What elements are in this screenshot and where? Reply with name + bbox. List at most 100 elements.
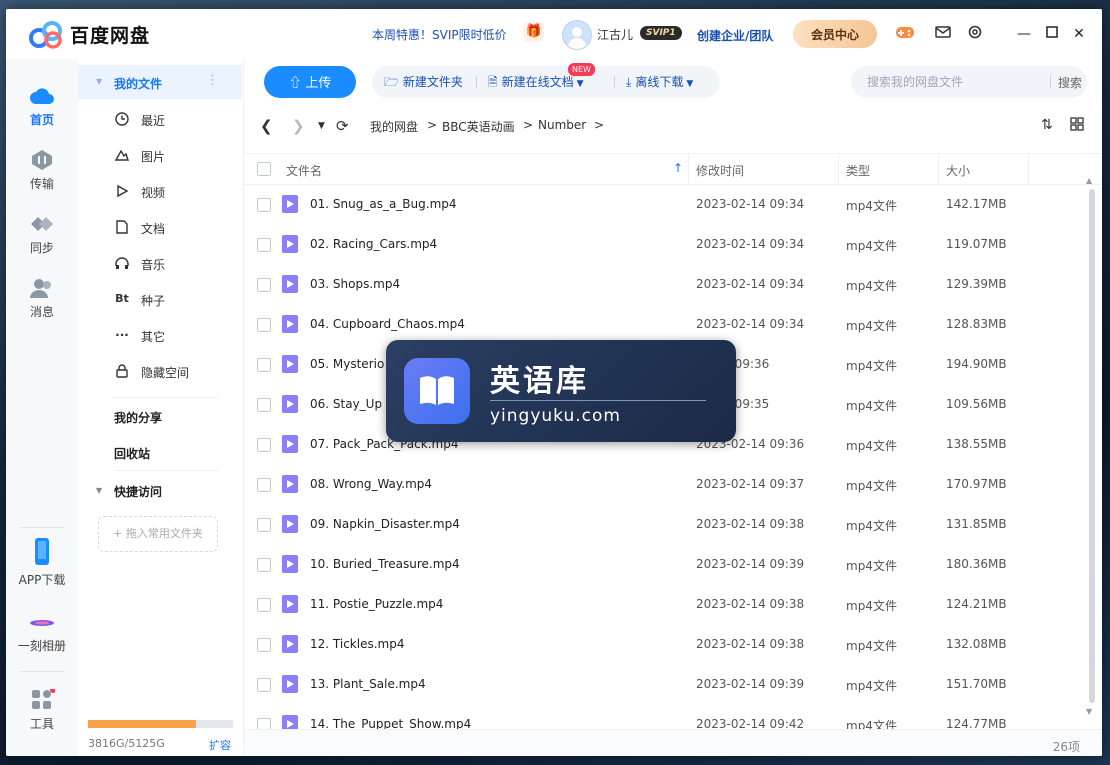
- avatar[interactable]: [562, 20, 592, 50]
- row-checkbox[interactable]: [257, 358, 271, 372]
- breadcrumb-item[interactable]: Number: [538, 118, 586, 132]
- row-checkbox[interactable]: [257, 478, 271, 492]
- collapse-triangle-icon[interactable]: ▼: [96, 486, 102, 495]
- username[interactable]: 江古儿: [597, 26, 633, 43]
- table-row[interactable]: 10. Buried_Treasure.mp4 2023-02-14 09:39 m…: [244, 544, 1084, 584]
- expand-storage-link[interactable]: 扩容: [209, 737, 231, 753]
- promo-link[interactable]: 本周特惠！SVIP限时低价: [372, 26, 507, 43]
- mail-icon[interactable]: [933, 24, 953, 44]
- file-name[interactable]: 05. Mysterio: [310, 357, 384, 371]
- nav-album[interactable]: 一刻相册: [6, 613, 78, 654]
- sidebar-item-recent[interactable]: 最近: [78, 105, 242, 133]
- offline-download-button[interactable]: ⤓ 离线下载 ▼: [626, 66, 693, 98]
- more-vertical-icon[interactable]: ⋮: [206, 73, 219, 88]
- sidebar-my-share[interactable]: 我的分享: [114, 409, 162, 426]
- column-divider[interactable]: [688, 154, 689, 184]
- sidebar-item-other[interactable]: ··· 其它: [78, 321, 242, 349]
- history-dropdown-icon[interactable]: ▼: [318, 121, 325, 131]
- row-checkbox[interactable]: [257, 238, 271, 252]
- file-name[interactable]: 11. Postie_Puzzle.mp4: [310, 597, 443, 611]
- sidebar-item-images[interactable]: 图片: [78, 141, 242, 169]
- file-name[interactable]: 06. Stay_Up: [310, 397, 382, 411]
- sidebar-item-video[interactable]: 视频: [78, 177, 242, 205]
- column-divider[interactable]: [938, 154, 939, 184]
- row-checkbox[interactable]: [257, 518, 271, 532]
- gift-icon[interactable]: 🎁: [524, 22, 544, 42]
- sidebar-item-hidden-space[interactable]: 隐藏空间: [78, 357, 242, 385]
- sidebar-recycle-bin[interactable]: 回收站: [114, 445, 150, 462]
- table-row[interactable]: 13. Plant_Sale.mp4 2023-02-14 09:39 mp4文件 1…: [244, 664, 1084, 704]
- file-name[interactable]: 04. Cupboard_Chaos.mp4: [310, 317, 465, 331]
- file-name[interactable]: 01. Snug_as_a_Bug.mp4: [310, 197, 457, 211]
- row-checkbox[interactable]: [257, 398, 271, 412]
- row-checkbox[interactable]: [257, 438, 271, 452]
- row-checkbox[interactable]: [257, 598, 271, 612]
- sidebar-item-music[interactable]: 音乐: [78, 249, 242, 277]
- row-checkbox[interactable]: [257, 278, 271, 292]
- select-all-checkbox[interactable]: [257, 162, 271, 176]
- collapse-triangle-icon[interactable]: ▼: [96, 77, 102, 86]
- nav-home[interactable]: 首页: [6, 85, 78, 128]
- breadcrumb-item[interactable]: BBC英语动画: [442, 118, 515, 135]
- table-row[interactable]: 04. Cupboard_Chaos.mp4 2023-02-14 09:34 mp…: [244, 304, 1084, 344]
- search-input[interactable]: [865, 74, 1049, 90]
- scrollbar[interactable]: [1089, 189, 1095, 703]
- member-center-button[interactable]: 会员中心: [793, 20, 877, 48]
- game-icon[interactable]: [895, 24, 915, 44]
- table-row[interactable]: 01. Snug_as_a_Bug.mp4 2023-02-14 09:34 mp4…: [244, 184, 1084, 224]
- sidebar-quick-access[interactable]: 快捷访问: [114, 483, 162, 500]
- breadcrumb-item[interactable]: 我的网盘: [370, 118, 418, 135]
- row-checkbox[interactable]: [257, 318, 271, 332]
- table-row[interactable]: 03. Shops.mp4 2023-02-14 09:34 mp4文件 129.39…: [244, 264, 1084, 304]
- nav-sync[interactable]: 同步: [6, 213, 78, 256]
- settings-icon[interactable]: [965, 24, 985, 44]
- table-row[interactable]: 12. Tickles.mp4 2023-02-14 09:38 mp4文件 132.…: [244, 624, 1084, 664]
- table-row[interactable]: 09. Napkin_Disaster.mp4 2023-02-14 09:38 m…: [244, 504, 1084, 544]
- scroll-up-icon[interactable]: ▲: [1086, 176, 1092, 185]
- file-name[interactable]: 03. Shops.mp4: [310, 277, 400, 291]
- column-divider[interactable]: [838, 154, 839, 184]
- scroll-down-icon[interactable]: ▼: [1086, 707, 1092, 716]
- forward-icon[interactable]: ❯: [292, 117, 305, 135]
- back-icon[interactable]: ❮: [260, 117, 273, 135]
- grid-view-icon[interactable]: [1070, 117, 1084, 135]
- new-folder-button[interactable]: 🗁 新建文件夹: [384, 66, 463, 98]
- nav-tools[interactable]: 工具: [6, 689, 78, 732]
- search-button[interactable]: 搜索: [1058, 74, 1082, 91]
- row-checkbox[interactable]: [257, 718, 271, 729]
- row-checkbox[interactable]: [257, 638, 271, 652]
- sidebar-item-documents[interactable]: 文档: [78, 213, 242, 241]
- column-modified-time[interactable]: 修改时间: [696, 162, 744, 179]
- maximize-icon[interactable]: [1041, 23, 1063, 45]
- file-name[interactable]: 02. Racing_Cars.mp4: [310, 237, 437, 251]
- sidebar-my-files[interactable]: ▼ 我的文件 ⋮: [78, 65, 242, 99]
- row-checkbox[interactable]: [257, 198, 271, 212]
- file-name[interactable]: 08. Wrong_Way.mp4: [310, 477, 432, 491]
- sort-icon[interactable]: ⇅: [1041, 117, 1053, 133]
- create-enterprise-link[interactable]: 创建企业/团队: [697, 27, 773, 44]
- refresh-icon[interactable]: ⟳: [336, 117, 349, 135]
- nav-transfer[interactable]: 传输: [6, 149, 78, 192]
- file-name[interactable]: 12. Tickles.mp4: [310, 637, 404, 651]
- sort-ascending-icon[interactable]: ↑: [673, 161, 683, 175]
- column-divider[interactable]: [1028, 154, 1029, 184]
- nav-app-download[interactable]: APP下载: [6, 537, 78, 588]
- close-icon[interactable]: ✕: [1068, 23, 1090, 45]
- table-row[interactable]: 08. Wrong_Way.mp4 2023-02-14 09:37 mp4文件 17…: [244, 464, 1084, 504]
- column-size[interactable]: 大小: [946, 162, 970, 179]
- row-checkbox[interactable]: [257, 678, 271, 692]
- column-name[interactable]: 文件名: [286, 162, 322, 179]
- column-type[interactable]: 类型: [846, 162, 870, 179]
- file-name[interactable]: 09. Napkin_Disaster.mp4: [310, 517, 460, 531]
- table-row[interactable]: 14. The_Puppet_Show.mp4 2023-02-14 09:42 m…: [244, 704, 1084, 729]
- file-name[interactable]: 14. The_Puppet_Show.mp4: [310, 717, 471, 729]
- table-row[interactable]: 11. Postie_Puzzle.mp4 2023-02-14 09:38 mp4…: [244, 584, 1084, 624]
- nav-message[interactable]: 消息: [6, 277, 78, 320]
- upload-button[interactable]: ⇧ 上传: [264, 66, 356, 98]
- minimize-icon[interactable]: —: [1013, 23, 1035, 45]
- sidebar-item-torrent[interactable]: Bt 种子: [78, 285, 242, 313]
- file-name[interactable]: 10. Buried_Treasure.mp4: [310, 557, 460, 571]
- drag-folder-zone[interactable]: + 拖入常用文件夹: [98, 516, 218, 552]
- table-row[interactable]: 02. Racing_Cars.mp4 2023-02-14 09:34 mp4文件…: [244, 224, 1084, 264]
- row-checkbox[interactable]: [257, 558, 271, 572]
